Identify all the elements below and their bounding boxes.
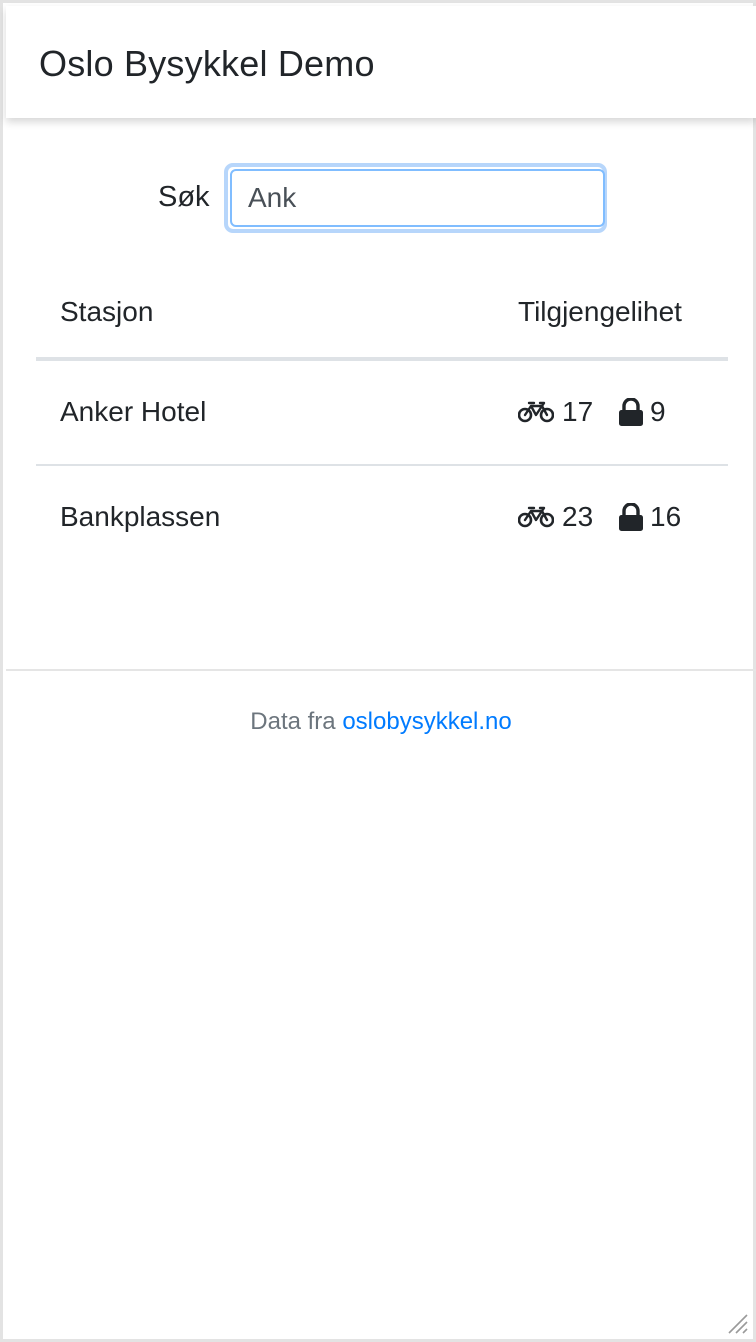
- table-row[interactable]: Bankplassen 23 16: [36, 466, 728, 571]
- resize-grip-icon[interactable]: [724, 1310, 748, 1334]
- bicycle-icon: [518, 401, 554, 423]
- docks-available: 9: [650, 396, 666, 427]
- table-header: Stasjon Tilgjengelihet: [36, 271, 728, 361]
- search-row: Søk: [3, 163, 756, 233]
- footer: Data fra oslobysykkel.no: [3, 707, 756, 737]
- station-name: Anker Hotel: [60, 396, 207, 427]
- source-link[interactable]: oslobysykkel.no: [342, 708, 511, 735]
- stations-table: Stasjon Tilgjengelihet Anker Hotel 17 9: [36, 271, 728, 571]
- page-title: Oslo Bysykkel Demo: [39, 43, 375, 84]
- search-focus-ring: [224, 163, 607, 233]
- lock-icon: [619, 398, 643, 426]
- availability-cell: 23 16: [518, 500, 681, 534]
- column-header-availability: Tilgjengelihet: [518, 296, 682, 327]
- search-input[interactable]: [230, 169, 605, 227]
- docks-available: 16: [650, 501, 682, 532]
- bicycle-icon: [518, 506, 554, 528]
- search-label: Søk: [158, 181, 210, 213]
- station-name: Bankplassen: [60, 501, 221, 532]
- app-frame: Oslo Bysykkel Demo Søk Stasjon Tilgjenge…: [0, 0, 756, 1342]
- availability-cell: 17 9: [518, 395, 666, 429]
- table-row[interactable]: Anker Hotel 17 9: [36, 361, 728, 466]
- footer-prefix: Data fra: [250, 708, 343, 735]
- lock-icon: [619, 503, 643, 531]
- app-header: Oslo Bysykkel Demo: [6, 6, 756, 118]
- column-header-station: Stasjon: [60, 296, 154, 327]
- bikes-available: 17: [562, 396, 594, 427]
- bikes-available: 23: [562, 501, 594, 532]
- footer-divider: [6, 669, 756, 671]
